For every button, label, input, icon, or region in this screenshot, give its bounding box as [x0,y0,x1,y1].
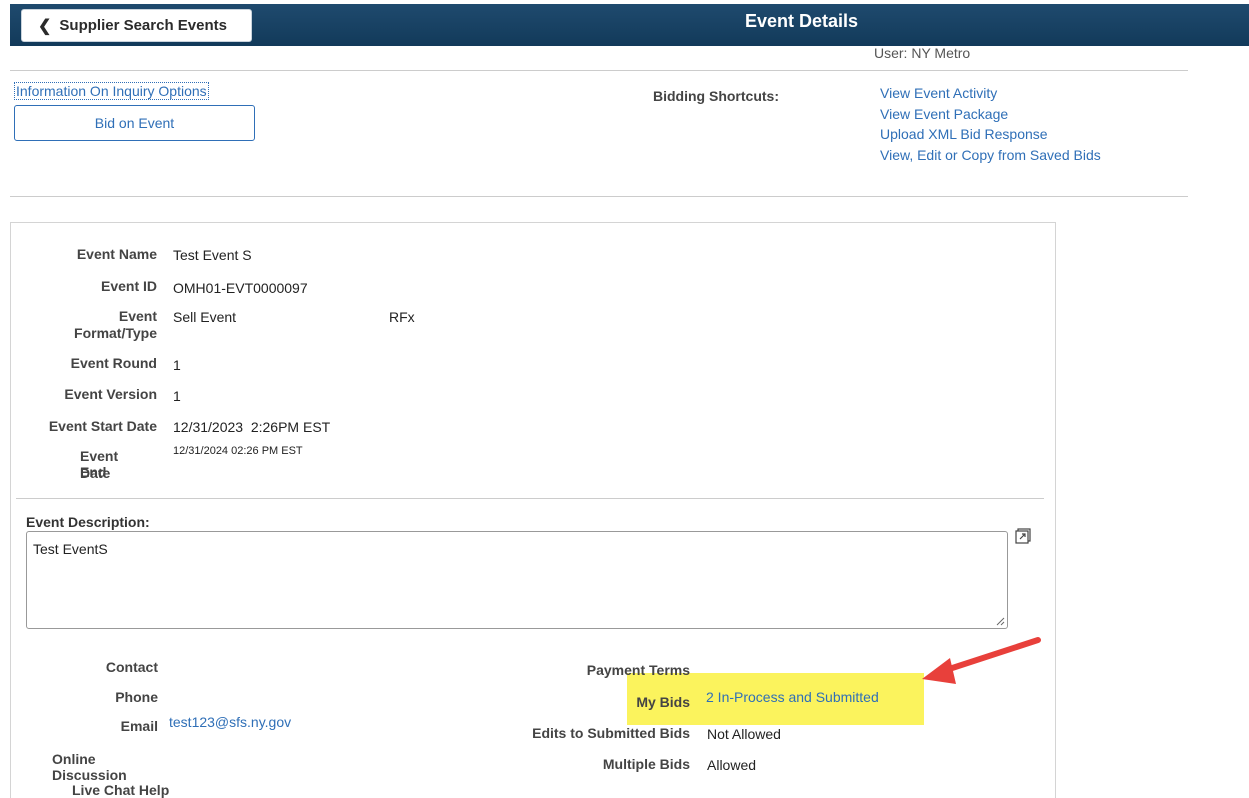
email-link[interactable]: test123@sfs.ny.gov [169,714,291,730]
resize-handle-icon[interactable] [995,616,1005,626]
event-round-value: 1 [173,357,181,373]
multiple-bids-value: Allowed [707,757,757,773]
contact-label: Contact [105,659,158,675]
event-name-value: Test Event S [173,247,252,263]
view-event-package-link[interactable]: View Event Package [880,104,1101,125]
bidding-shortcuts-list: View Event Activity View Event Package U… [880,83,1101,165]
event-format-label-line1: Event [118,308,157,324]
annotation-arrow-icon [922,637,1041,684]
payment-terms-label: Payment Terms [586,662,690,678]
divider [10,70,1188,71]
event-version-label: Event Version [64,386,157,402]
event-description-textarea[interactable]: Test EventS [26,531,1008,629]
event-version-value: 1 [173,388,181,404]
divider [16,498,1044,499]
page-title: Event Details [745,11,859,31]
email-label: Email [120,718,158,734]
my-bids-label: My Bids [636,694,690,710]
header-bar: Event Details ❮ Supplier Search Events [10,4,1249,46]
event-format-label-line2: Format/Type [74,325,157,341]
phone-label: Phone [115,689,158,705]
online-discussion-label: Online Discussion [52,751,127,783]
back-button[interactable]: ❮ Supplier Search Events [21,9,252,42]
event-start-date-label: Event Start Date [48,418,157,434]
event-format-value: Sell Event [173,309,237,325]
event-description-label: Event Description: [26,514,150,530]
event-id-label: Event ID [100,278,157,294]
user-label: User: NY Metro [874,45,971,61]
event-id-value: OMH01-EVT0000097 [173,280,308,296]
event-end-date-value: 12/31/2024 02:26 PM EST [173,445,303,457]
view-event-activity-link[interactable]: View Event Activity [880,83,1101,104]
live-chat-help-label: Live Chat Help [72,782,170,798]
expand-window-icon[interactable] [1015,528,1031,544]
inquiry-options-link[interactable]: Information On Inquiry Options [14,82,209,100]
my-bids-link[interactable]: 2 In-Process and Submitted [706,689,879,705]
event-type-value: RFx [389,309,415,325]
event-description-text: Test EventS [33,541,108,557]
saved-bids-link[interactable]: View, Edit or Copy from Saved Bids [880,145,1101,166]
bid-on-event-button[interactable]: Bid on Event [14,105,255,141]
event-name-label: Event Name [76,246,157,262]
back-button-label: Supplier Search Events [59,17,227,34]
event-start-date-value: 12/31/2023 2:26PM EST [173,419,331,435]
divider [10,196,1188,197]
event-end-date-label-line2: Date [80,465,111,481]
multiple-bids-label: Multiple Bids [602,756,690,772]
bidding-shortcuts-label: Bidding Shortcuts: [653,88,779,104]
edits-to-submitted-bids-label: Edits to Submitted Bids [532,725,690,741]
edits-to-submitted-bids-value: Not Allowed [707,726,781,742]
chevron-left-icon: ❮ [38,17,52,35]
upload-xml-bid-link[interactable]: Upload XML Bid Response [880,124,1101,145]
event-round-label: Event Round [70,355,157,371]
